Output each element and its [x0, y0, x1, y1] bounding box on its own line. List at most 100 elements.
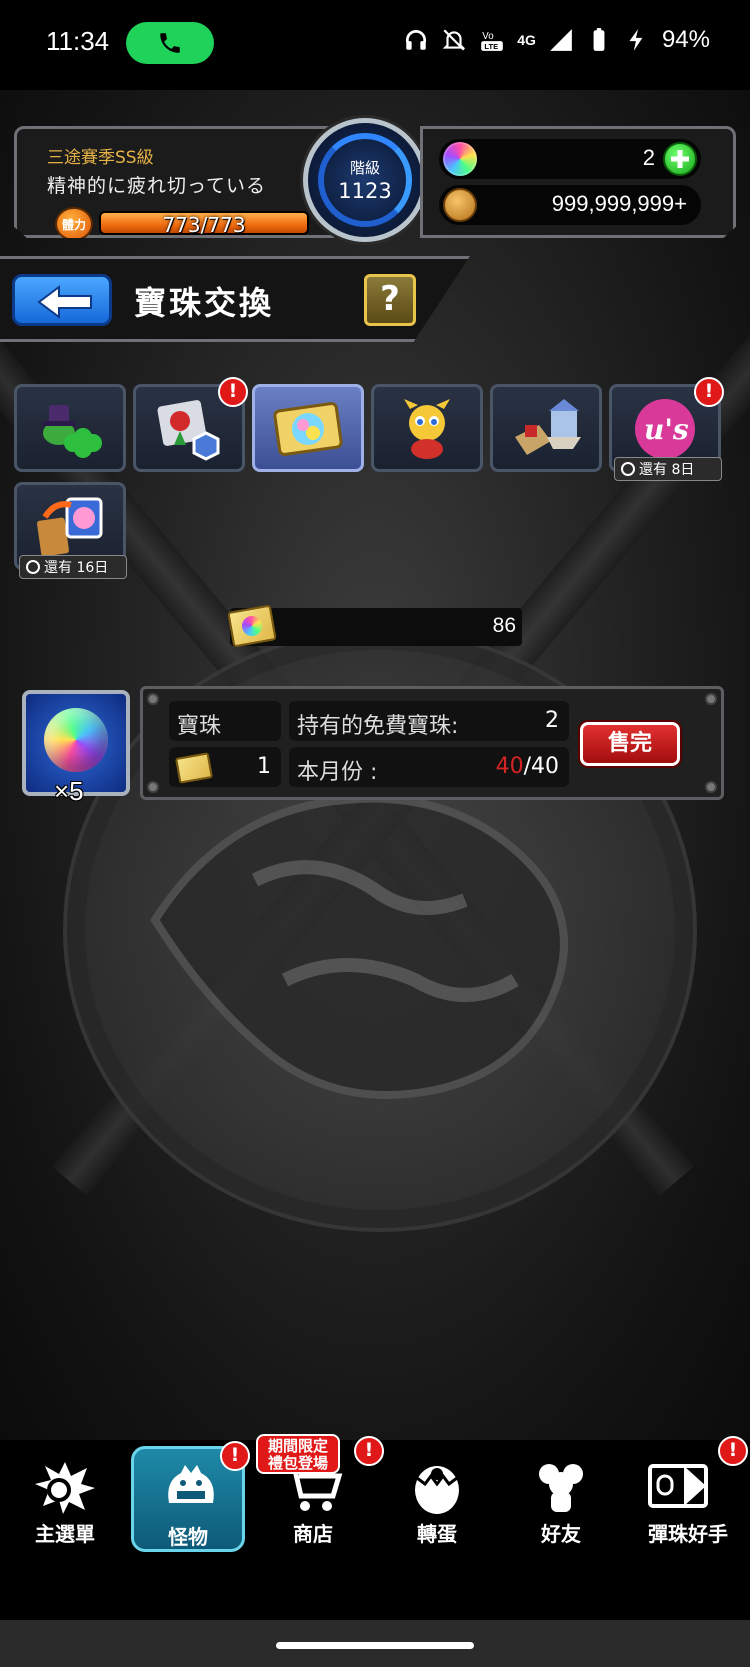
gacha-egg-icon [415, 1466, 459, 1514]
collab-logo-icon: u's [635, 399, 695, 459]
nav-label: 好友 [541, 1522, 581, 1546]
nav-main-menu[interactable]: 主選單 [8, 1446, 122, 1552]
notifications-off-icon [442, 29, 466, 51]
battery-percent: 94% [661, 26, 710, 53]
nav-label: 怪物 [168, 1525, 208, 1549]
nav-gacha[interactable]: 轉蛋 [380, 1446, 494, 1552]
free-orbs-cell: 持有的免費寶珠: 2 [289, 701, 569, 741]
time-remaining: 還有 8日 [614, 457, 722, 481]
buy-orbs-button[interactable] [663, 142, 697, 176]
cost-value: 1 [257, 754, 271, 779]
alert-badge: ! [718, 1436, 748, 1466]
free-orbs-value: 2 [545, 708, 559, 733]
headphones-icon [406, 29, 427, 50]
player-header: 三途賽季SS級 精神的に疲れ切っている 體力 773/773 階級 1123 2… [10, 118, 740, 244]
tab-trade-orb[interactable]: 還有 16日 [14, 482, 127, 579]
sold-out-button[interactable]: 售完 [580, 722, 680, 766]
dragon-monster-icon [404, 399, 450, 459]
rivet [147, 781, 159, 793]
monthly-limit-cell: 本月份 : 40/40 [289, 747, 569, 787]
svg-text:u's: u's [644, 413, 689, 446]
svg-text:LTE: LTE [485, 42, 499, 51]
strike-card-icon [648, 1464, 708, 1508]
nav-monsters[interactable]: 怪物 ! [131, 1441, 250, 1552]
clock-icon [26, 560, 40, 574]
battery-icon [593, 28, 605, 51]
resources-panel: 2 999,999,999+ [420, 126, 736, 238]
limited-offer-badge[interactable]: 期間限定 禮包登場 [256, 1434, 340, 1474]
tab-luck-hat[interactable] [14, 384, 126, 472]
page-title: 寶珠交換 [134, 284, 275, 322]
coin-count: 999,999,999+ [551, 191, 687, 216]
time-remaining: 還有 16日 [19, 555, 127, 579]
promo-line-1: 期間限定 [267, 1437, 328, 1455]
item-quantity: ×5 [54, 776, 84, 806]
rivet [705, 693, 717, 705]
rank-value: 1123 [338, 179, 392, 203]
time-remaining-text: 還有 16日 [44, 560, 109, 576]
alert-badge: ! [694, 377, 724, 407]
clock-icon [621, 462, 635, 476]
tab-gift-items[interactable]: ! [133, 377, 248, 472]
nav-label: 主選單 [35, 1522, 95, 1546]
friends-icon [539, 1464, 583, 1512]
ongoing-call-chip[interactable] [126, 22, 214, 64]
orb-count: 2 [642, 145, 655, 170]
home-gesture-bar[interactable] [276, 1642, 474, 1649]
monthly-total: /40 [523, 754, 559, 779]
monthly-used: 40 [495, 754, 524, 779]
item-name: 寶珠 [177, 714, 222, 739]
charging-icon [629, 29, 643, 51]
alert-badge: ! [218, 377, 248, 407]
castle-map-icon [515, 399, 581, 455]
nav-label: 商店 [293, 1522, 333, 1546]
tab-orb-ticket[interactable] [252, 384, 364, 472]
clock-time: 11:34 [46, 26, 110, 56]
rainbow-orb-icon [44, 708, 108, 772]
orb-icon [443, 142, 477, 176]
back-button[interactable] [12, 274, 112, 326]
nav-friends[interactable]: 好友 [504, 1446, 618, 1552]
gold-coin-icon [443, 188, 477, 222]
monster-icon [168, 1465, 214, 1503]
free-orbs-label: 持有的免費寶珠: [297, 714, 459, 739]
network-type: 4G [517, 31, 536, 48]
orb-ticket-icon [273, 402, 343, 456]
tab-dragon-monster[interactable] [371, 384, 483, 472]
rank-label: 階級 [349, 159, 380, 177]
orb-counter[interactable]: 2 [439, 139, 701, 179]
rivet [705, 781, 717, 793]
monthly-limit-label: 本月份 : [297, 760, 378, 785]
rank-badge[interactable]: 階級 1123 [303, 118, 427, 242]
nav-label: 轉蛋 [417, 1522, 457, 1546]
svg-text:Vo: Vo [483, 31, 495, 42]
signal-icon [550, 29, 572, 51]
nav-strike-shot[interactable]: 彈珠好手 ! [628, 1436, 748, 1552]
help-button[interactable]: ? [364, 274, 416, 326]
tab-collab-us[interactable]: u's ! 還有 8日 [609, 377, 724, 481]
status-bar: 11:34 Vo LTE 4G 94% [0, 0, 750, 90]
phone-icon [160, 33, 180, 53]
clover-turtle-icon [43, 405, 102, 458]
orb-ticket-icon [227, 604, 277, 648]
orb-ticket-icon [175, 752, 213, 784]
ticket-balance: 86 [492, 614, 516, 637]
player-message: 精神的に疲れ切っている [47, 175, 267, 197]
main-menu-icon [35, 1462, 95, 1514]
stamina-value: 773/773 [162, 213, 246, 237]
stamina-icon: 體力 [55, 207, 93, 238]
tab-castle-map[interactable] [490, 384, 602, 472]
back-arrow-icon [37, 285, 92, 319]
alert-badge: ! [220, 1441, 250, 1471]
cost-cell: 1 [169, 747, 281, 787]
nav-label: 彈珠好手 [648, 1522, 728, 1546]
player-info-panel[interactable]: 三途賽季SS級 精神的に疲れ切っている 體力 773/773 [14, 126, 334, 238]
rivet [147, 693, 159, 705]
monthly-limit-value: 40/40 [496, 754, 559, 779]
fruit-gift-icon [157, 400, 220, 461]
promo-line-2: 禮包登場 [267, 1454, 328, 1472]
coin-counter[interactable]: 999,999,999+ [439, 185, 701, 225]
orb-trade-icon [37, 497, 103, 557]
season-rank-title: 三途賽季SS級 [47, 148, 154, 168]
volte-icon: VoLTE [481, 31, 504, 51]
